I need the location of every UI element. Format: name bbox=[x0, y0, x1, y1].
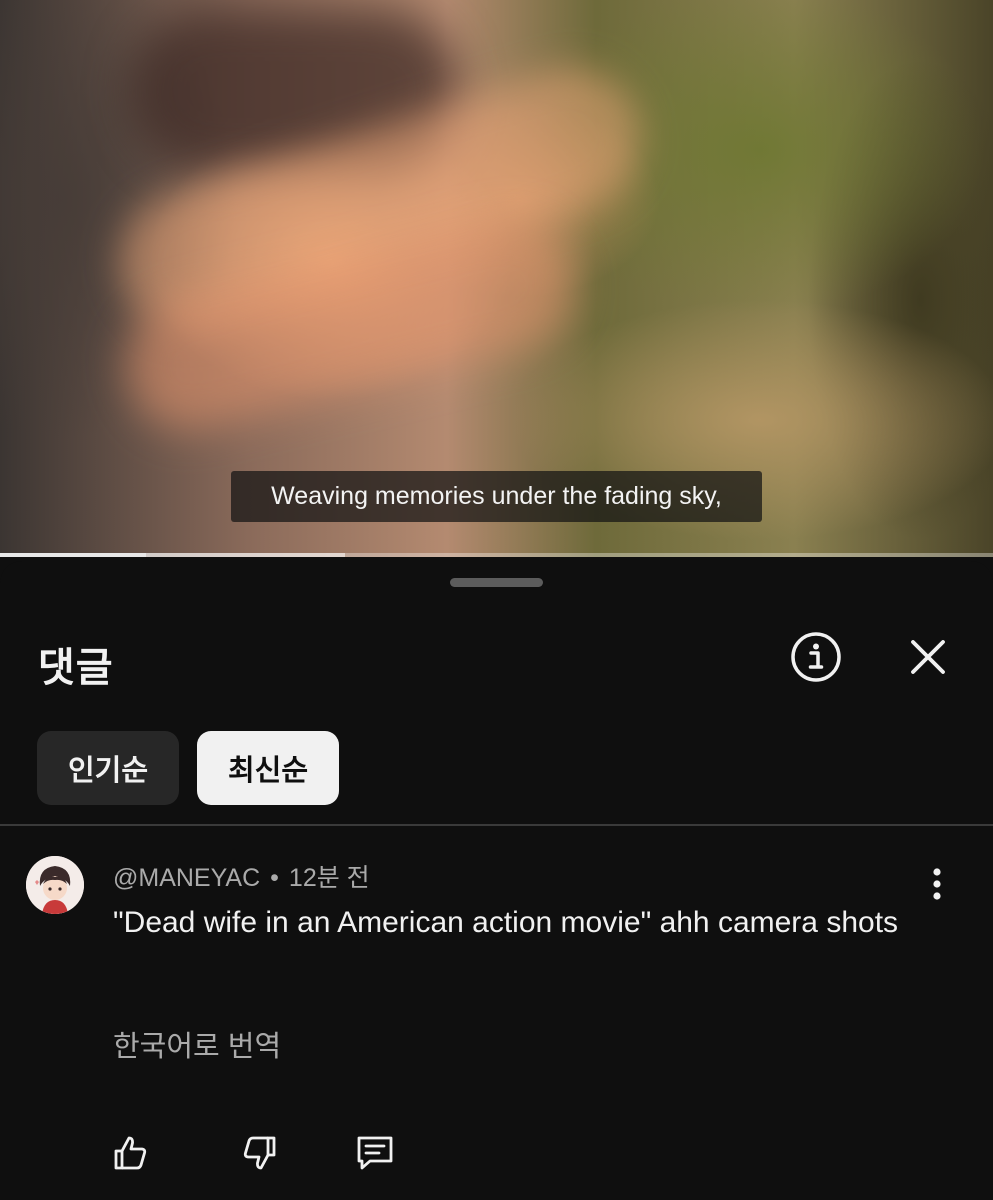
comments-title: 댓글 bbox=[38, 645, 114, 691]
reply-icon bbox=[357, 1136, 393, 1170]
like-button[interactable] bbox=[108, 1131, 152, 1175]
info-circle-icon bbox=[791, 632, 841, 682]
video-progress-fill bbox=[0, 553, 146, 557]
video-player[interactable]: Weaving memories under the fading sky, bbox=[0, 0, 993, 557]
sort-chip-popular[interactable]: 인기순 bbox=[37, 731, 179, 805]
video-caption: Weaving memories under the fading sky, bbox=[231, 471, 762, 522]
avatar-image bbox=[26, 856, 84, 914]
comment-meta: @MANEYAC • 12분 전 bbox=[113, 858, 370, 894]
meta-separator: • bbox=[270, 864, 279, 892]
thumbs-up-icon bbox=[114, 1136, 147, 1170]
sort-chip-latest[interactable]: 최신순 bbox=[197, 731, 339, 805]
avatar[interactable] bbox=[26, 856, 84, 914]
divider bbox=[0, 824, 993, 826]
comment-author[interactable]: @MANEYAC bbox=[113, 864, 260, 892]
more-vertical-icon bbox=[933, 868, 941, 900]
dislike-button[interactable] bbox=[238, 1131, 282, 1175]
video-progress-bar[interactable] bbox=[0, 553, 993, 557]
drag-handle[interactable] bbox=[450, 578, 543, 587]
comments-sheet: 댓글 인기순 최신순 @MANEYAC • 12분 전 "Dead wife i… bbox=[0, 561, 993, 1200]
close-icon bbox=[911, 640, 945, 674]
translate-link[interactable]: 한국어로 번역 bbox=[113, 1023, 281, 1065]
reply-button[interactable] bbox=[353, 1131, 397, 1175]
close-button[interactable] bbox=[902, 631, 954, 683]
thumbs-down-icon bbox=[243, 1136, 276, 1170]
info-button[interactable] bbox=[790, 631, 842, 683]
comment-text: "Dead wife in an American action movie" … bbox=[113, 906, 899, 939]
comment-time: 12분 전 bbox=[288, 864, 370, 892]
